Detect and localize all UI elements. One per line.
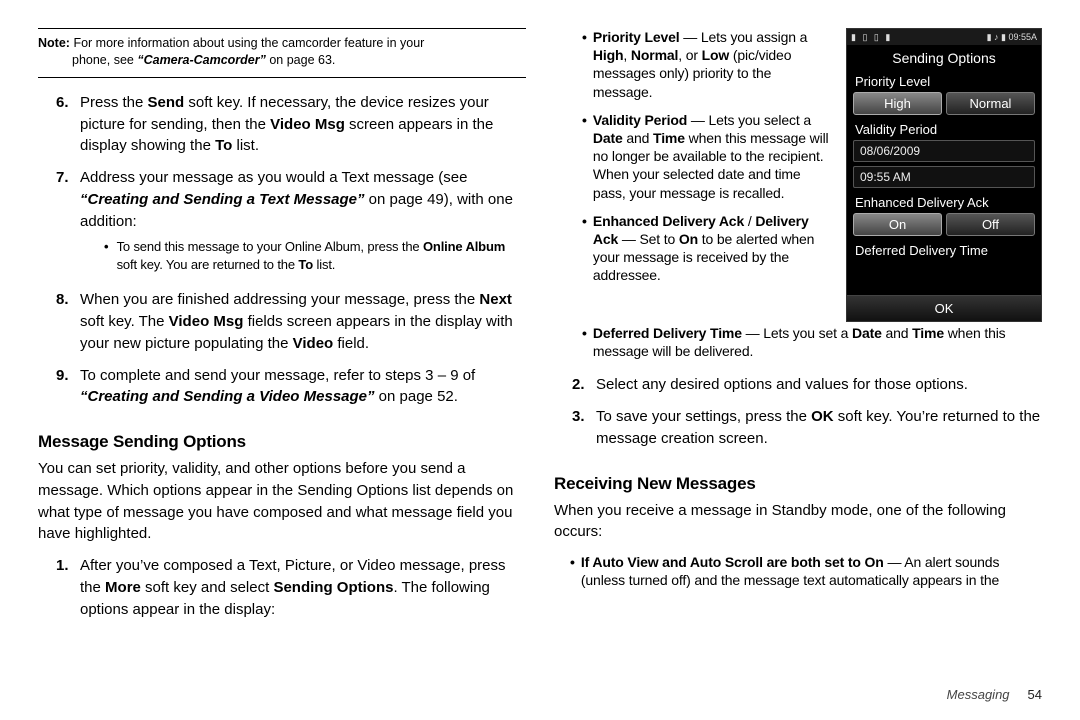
sec1-step-1: 1. After you’ve composed a Text, Picture…: [56, 555, 526, 620]
section-message-sending-options: Message Sending Options: [38, 432, 526, 452]
note-box: Note: For more information about using t…: [38, 28, 526, 78]
note-label: Note:: [38, 36, 70, 50]
step-2: 2. Select any desired options and values…: [572, 374, 1042, 396]
phone-validity-label: Validity Period: [847, 119, 1041, 140]
phone-eda-off[interactable]: Off: [946, 213, 1035, 236]
page: Note: For more information about using t…: [0, 0, 1080, 720]
options-bullets: Priority Level — Lets you assign a High,…: [554, 28, 832, 322]
status-right-icons: ▮ ♪ ▮ 09:55A: [987, 32, 1037, 43]
step-7-sub-1: To send this message to your Online Albu…: [104, 238, 526, 273]
phone-priority-high[interactable]: High: [853, 92, 942, 115]
phone-screenshot: ▮ ▯ ▯ ▮ ▮ ♪ ▮ 09:55A Sending Options Pri…: [846, 28, 1042, 322]
right-steps: 2. Select any desired options and values…: [572, 374, 1042, 459]
sec1-steps: 1. After you’ve composed a Text, Picture…: [56, 555, 526, 630]
phone-validity-time[interactable]: 09:55 AM: [853, 166, 1035, 188]
option-priority-level: Priority Level — Lets you assign a High,…: [582, 28, 832, 101]
note-line2: phone, see “Camera-Camcorder” on page 63…: [72, 52, 526, 69]
phone-statusbar: ▮ ▯ ▯ ▮ ▮ ♪ ▮ 09:55A: [847, 29, 1041, 45]
page-footer: Messaging 54: [947, 687, 1042, 702]
left-column: Note: For more information about using t…: [38, 28, 526, 702]
footer-page-number: 54: [1028, 687, 1042, 702]
option-validity-period: Validity Period — Lets you select a Date…: [582, 111, 832, 202]
option-enhanced-delivery-ack: Enhanced Delivery Ack / Delivery Ack — S…: [582, 212, 832, 285]
step-7-sub: To send this message to your Online Albu…: [104, 238, 526, 273]
sec2-para: When you receive a message in Standby mo…: [554, 500, 1042, 544]
note-line1: For more information about using the cam…: [73, 36, 424, 50]
phone-eda-label: Enhanced Delivery Ack: [847, 192, 1041, 213]
phone-eda-on[interactable]: On: [853, 213, 942, 236]
footer-section: Messaging: [947, 687, 1010, 702]
right-column: Priority Level — Lets you assign a High,…: [554, 28, 1042, 702]
status-left-icons: ▮ ▯ ▯ ▮: [851, 32, 892, 43]
phone-eda-segments: On Off: [847, 213, 1041, 240]
step-6: 6. Press the Send soft key. If necessary…: [56, 92, 526, 157]
phone-validity-date[interactable]: 08/06/2009: [853, 140, 1035, 162]
step-7: 7. Address your message as you would a T…: [56, 167, 526, 279]
left-steps: 6. Press the Send soft key. If necessary…: [56, 92, 526, 418]
right-top-row: Priority Level — Lets you assign a High,…: [554, 28, 1042, 322]
step-8: 8. When you are finished addressing your…: [56, 289, 526, 354]
section-receiving-new-messages: Receiving New Messages: [554, 474, 1042, 494]
phone-ddt-label: Deferred Delivery Time: [847, 240, 1041, 261]
step-9: 9. To complete and send your message, re…: [56, 365, 526, 409]
sec2-bullets: If Auto View and Auto Scroll are both se…: [570, 553, 1042, 599]
sec1-para: You can set priority, validity, and othe…: [38, 458, 526, 545]
phone-screen-title: Sending Options: [847, 45, 1041, 71]
step-3: 3. To save your settings, press the OK s…: [572, 406, 1042, 450]
phone-priority-normal[interactable]: Normal: [946, 92, 1035, 115]
phone-priority-segments: High Normal: [847, 92, 1041, 119]
option-deferred-delivery: Deferred Delivery Time — Lets you set a …: [582, 324, 1042, 360]
phone-ok-softkey[interactable]: OK: [847, 295, 1041, 321]
options-bullets-cont: Deferred Delivery Time — Lets you set a …: [582, 324, 1042, 370]
phone-priority-label: Priority Level: [847, 71, 1041, 92]
sec2-bullet-1: If Auto View and Auto Scroll are both se…: [570, 553, 1042, 589]
